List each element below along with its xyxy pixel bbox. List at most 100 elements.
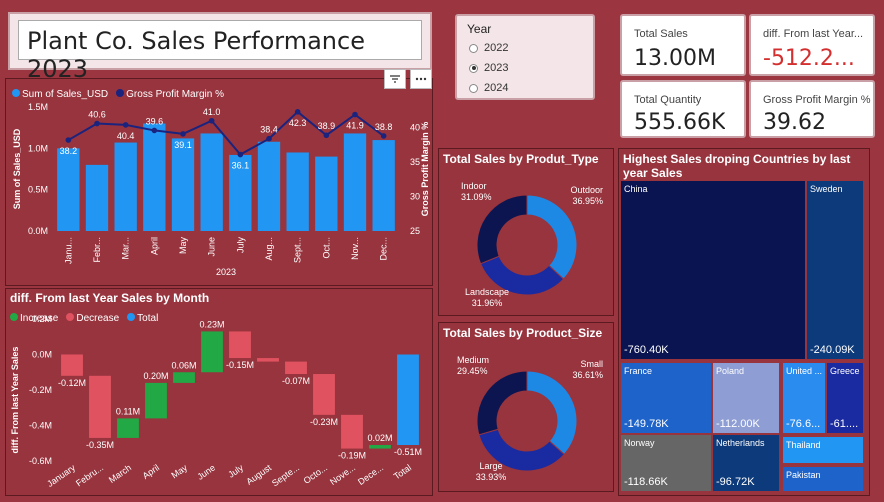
gpm-data-label: 38.4 <box>260 125 278 135</box>
gpm-data-label: 40.4 <box>117 131 135 141</box>
sales-bar <box>286 152 309 231</box>
product-type-donut-panel: Total Sales by Produt_Type Outdoor 36.95%… <box>438 148 614 316</box>
product-size-donut: Small36.61% Large33.93% Medium29.45% <box>457 355 603 482</box>
year-option-2023[interactable]: 2023 <box>469 62 508 74</box>
waterfall-bar <box>397 354 419 446</box>
gpm-point <box>294 109 301 115</box>
gpm-point <box>237 151 244 158</box>
y-tick-label: 1.0M <box>28 143 48 153</box>
gpm-data-label: 41.0 <box>203 107 221 117</box>
waterfall-data-label: -0.12M <box>58 378 86 388</box>
x-tick-label: Mar... <box>121 237 131 260</box>
x-tick-label: Febr... <box>92 237 102 263</box>
waterfall-bar <box>61 354 83 376</box>
gpm-point <box>151 127 158 134</box>
waterfall-bar <box>341 414 363 449</box>
gpm-data-label: 42.3 <box>289 118 307 128</box>
donut-slice <box>526 370 578 456</box>
treemap-tile-name: Poland <box>716 366 745 376</box>
radio-icon <box>469 43 478 53</box>
treemap-tile[interactable]: France -149.78K <box>621 363 711 433</box>
x-tick-label: Febru... <box>74 462 105 488</box>
sales-bar <box>57 148 80 231</box>
donut-slice-value: 33.93% <box>476 472 507 482</box>
waterfall-bar <box>369 445 391 449</box>
gpm-data-label: 38.2 <box>60 146 78 156</box>
year-option-2024[interactable]: 2024 <box>469 82 508 94</box>
treemap-tile-value: -149.78K <box>624 418 669 430</box>
donut-slice <box>476 194 528 265</box>
x-tick-label: Janu... <box>63 237 73 264</box>
treemap-tile-value: -61.... <box>830 418 859 430</box>
card-gross-profit-margin: Gross Profit Margin % 39.62 <box>749 80 875 138</box>
treemap-tile-name: Thailand <box>786 440 821 450</box>
treemap-tile[interactable]: Thailand <box>783 437 863 463</box>
x-tick-label: Total <box>392 462 413 481</box>
product-size-donut-panel: Total Sales by Product_Size Small 36.61% L… <box>438 322 614 492</box>
x-tick-label: Oct... <box>321 237 331 259</box>
waterfall-bar <box>117 418 139 438</box>
waterfall-chart-panel: diff. From last Year Sales by Month Incr… <box>5 288 433 496</box>
treemap-tile-name: France <box>624 366 653 376</box>
x-tick-label: May <box>169 462 189 480</box>
treemap-tile-name: Greece <box>830 366 860 376</box>
gpm-point <box>180 131 186 137</box>
treemap-tile[interactable]: Sweden -240.09K <box>807 181 863 359</box>
x-tick-label: Septe... <box>270 462 301 488</box>
x-tick-label: Dec... <box>379 237 389 261</box>
gpm-point <box>266 135 272 142</box>
treemap-tile[interactable]: Greece -61.... <box>827 363 863 433</box>
donut-slice-name: Medium <box>457 355 489 365</box>
donut-slice-name: Large <box>479 461 502 471</box>
waterfall-data-label: -0.19M <box>338 451 366 461</box>
treemap-tile-value: -96.72K <box>716 476 755 488</box>
card-diff-last-year: diff. From last Year... -512.2... <box>749 14 875 76</box>
treemap-tile-value: -76.6... <box>786 418 821 430</box>
gpm-point <box>94 120 100 127</box>
radio-icon <box>469 83 478 93</box>
treemap-tile-value: -112.00K <box>716 418 760 430</box>
x-tick-label: Aug... <box>264 237 274 261</box>
donut-slice <box>476 370 528 436</box>
treemap-tile[interactable]: Norway -118.66K <box>621 435 711 491</box>
countries-treemap-panel: Highest Sales droping Countries by last … <box>618 148 870 496</box>
treemap-tile[interactable]: United ... -76.6... <box>783 363 825 433</box>
y2-tick-label: 30 <box>410 192 420 202</box>
waterfall-data-label: -0.23M <box>310 417 338 427</box>
gpm-data-label: 38.8 <box>375 122 393 132</box>
gpm-data-label: 36.1 <box>232 161 250 171</box>
waterfall-data-label: -0.15M <box>226 360 254 370</box>
y-tick-label: 0.0M <box>28 226 48 236</box>
gpm-data-label: 39.6 <box>146 116 164 126</box>
treemap-tile-name: United ... <box>786 366 823 376</box>
treemap-tile[interactable]: Netherlands -96.72K <box>713 435 779 491</box>
treemap-tile[interactable]: Poland -112.00K <box>713 363 779 433</box>
sales-bar <box>114 142 137 231</box>
waterfall-bar <box>173 372 195 383</box>
waterfall-data-label: 0.23M <box>199 319 224 329</box>
sales-bar <box>143 123 166 231</box>
radio-selected-icon <box>469 63 478 73</box>
x-tick-label: Nov... <box>350 237 360 260</box>
y-tick-label: -0.4M <box>29 421 52 431</box>
x-tick-label: Octo... <box>302 462 329 485</box>
y-tick-label: 0.5M <box>28 185 48 195</box>
gpm-point <box>323 132 330 139</box>
treemap-tile[interactable]: China -760.40K <box>621 181 805 359</box>
y2-tick-label: 35 <box>410 157 420 167</box>
sales-bar <box>372 140 395 231</box>
treemap-tile-value: -760.40K <box>624 344 669 356</box>
combo-chart: 0.0M 0.5M 1.0M 1.5M 25 30 35 40 Sum of Sales_USD… <box>12 102 430 277</box>
x-tick-label: July <box>235 237 245 254</box>
year-option-2022[interactable]: 2022 <box>469 42 508 54</box>
waterfall-bar <box>313 374 335 415</box>
waterfall-data-label: 0.06M <box>171 360 196 370</box>
x-tick-label: Sept... <box>293 237 303 263</box>
y-tick-label: -0.6M <box>29 456 52 466</box>
donut-slice-value: 31.96% <box>472 298 503 308</box>
treemap-tile[interactable]: Pakistan <box>783 467 863 491</box>
year-slicer: Year 2022 2023 2024 <box>455 14 595 100</box>
sales-bar <box>343 133 367 231</box>
treemap-tile-name: Norway <box>624 438 655 448</box>
gpm-point <box>65 137 72 143</box>
